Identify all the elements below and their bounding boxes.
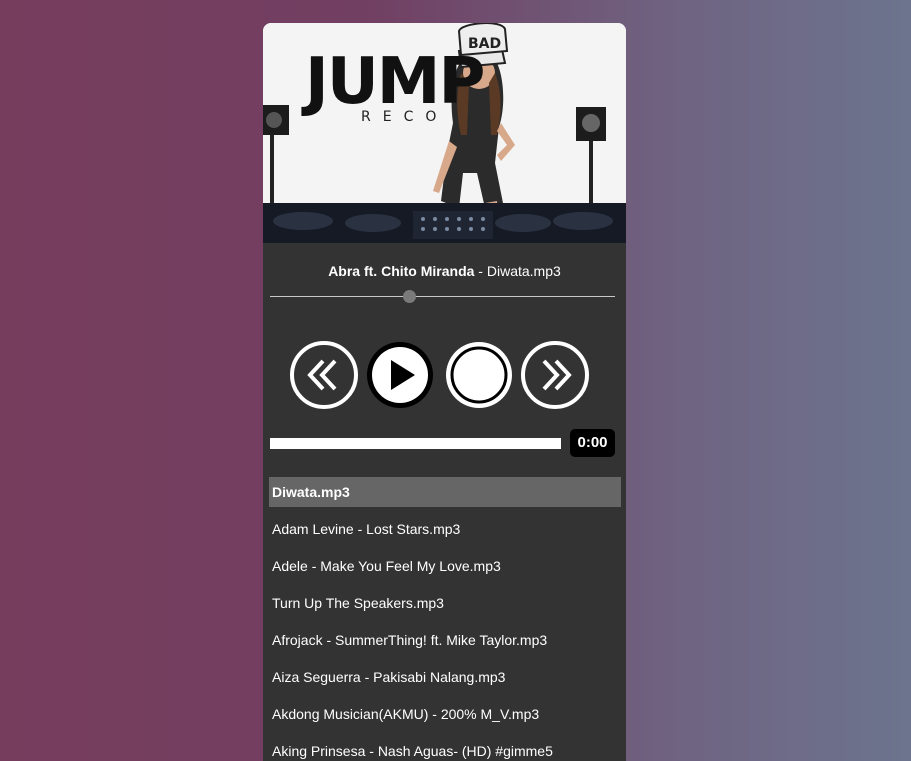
playlist-item[interactable]: Aiza Seguerra - Pakisabi Nalang.mp3	[269, 662, 621, 692]
volume-rail[interactable]	[270, 296, 615, 297]
volume-knob[interactable]	[402, 290, 416, 303]
playlist-item[interactable]: Adele - Make You Feel My Love.mp3	[269, 551, 621, 581]
stop-icon	[446, 342, 512, 408]
playlist-item[interactable]: Afrojack - SummerThing! ft. Mike Taylor.…	[269, 625, 621, 655]
now-playing-artist: Abra ft. Chito Miranda	[328, 263, 475, 279]
play-button[interactable]	[365, 340, 435, 410]
now-playing-title: Abra ft. Chito Miranda - Diwata.mp3	[263, 263, 626, 279]
playlist-item[interactable]: Akdong Musician(AKMU) - 200% M_V.mp3	[269, 699, 621, 729]
playlist-item[interactable]: Diwata.mp3	[269, 477, 621, 507]
playback-controls	[287, 338, 597, 414]
now-playing-separator: -	[474, 263, 487, 279]
time-display: 0:00	[570, 429, 615, 457]
cover-logo: JUMP	[305, 45, 485, 119]
playlist: Diwata.mp3 Adam Levine - Lost Stars.mp3 Ad…	[269, 477, 621, 761]
album-cover: JUMP RECO BAD	[263, 23, 626, 243]
rewind-button[interactable]	[289, 340, 359, 410]
playlist-item[interactable]: Adam Levine - Lost Stars.mp3	[269, 514, 621, 544]
rewind-icon	[290, 341, 358, 409]
music-player: JUMP RECO BAD Abra ft. Chito Miranda - D…	[263, 23, 626, 761]
fast-forward-icon	[521, 341, 589, 409]
volume-slider[interactable]	[270, 289, 615, 303]
play-icon	[367, 342, 433, 408]
stop-button[interactable]	[444, 340, 514, 410]
playlist-item[interactable]: Turn Up The Speakers.mp3	[269, 588, 621, 618]
fast-forward-button[interactable]	[520, 340, 590, 410]
cover-logo-subtext: RECO	[361, 109, 449, 125]
progress-row: 0:00	[270, 429, 615, 459]
progress-bar[interactable]	[270, 438, 561, 449]
playlist-item[interactable]: Aking Prinsesa - Nash Aguas- (HD) #gimme…	[269, 736, 621, 761]
now-playing-file: Diwata.mp3	[486, 263, 561, 279]
